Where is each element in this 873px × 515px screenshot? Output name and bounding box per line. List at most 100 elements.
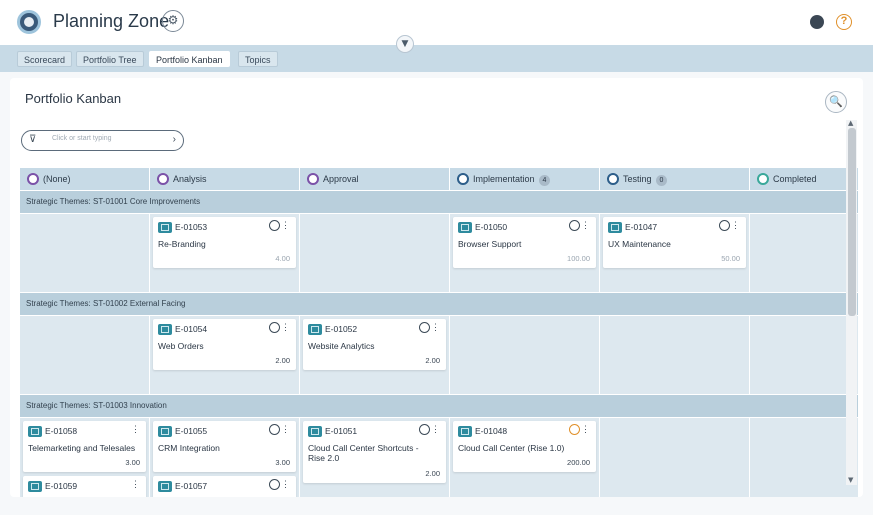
card-points: 2.00 [275, 356, 290, 365]
collapse-header-chevron-down-icon[interactable]: ▼ [396, 35, 414, 53]
epic-card-e01051[interactable]: E-01051 ⋮ Cloud Call Center Shortcuts - … [303, 421, 446, 483]
scroll-down-icon[interactable]: ▼ [848, 476, 853, 484]
card-id[interactable]: E-01051 [325, 426, 357, 436]
filter-field[interactable]: ⊽ Click or start typing › [21, 130, 184, 151]
clock-warning-icon[interactable] [569, 424, 580, 435]
tab-strip: Scorecard Portfolio Tree Portfolio Kanba… [0, 45, 873, 72]
more-options-icon[interactable]: ⋮ [131, 479, 140, 490]
more-options-icon[interactable]: ⋮ [281, 479, 290, 490]
epic-type-icon [158, 324, 172, 335]
search-icon[interactable]: 🔍 [825, 91, 847, 113]
count-badge: 4 [538, 175, 551, 186]
more-options-icon[interactable]: ⋮ [281, 220, 290, 231]
more-options-icon[interactable]: ⋮ [431, 322, 440, 333]
chevron-right-icon[interactable]: › [173, 134, 176, 145]
epic-card-e01047[interactable]: E-01047 ⋮ UX Maintenance 50.00 [603, 217, 746, 268]
epic-card-e01058[interactable]: E-01058 ⋮ Telemarketing and Telesales 3.… [23, 421, 146, 472]
more-options-icon[interactable]: ⋮ [731, 220, 740, 231]
kanban-cell [600, 316, 749, 394]
clock-icon[interactable] [269, 479, 280, 490]
card-id[interactable]: E-01058 [45, 426, 77, 436]
column-label: Testing 0 [623, 168, 668, 190]
help-icon[interactable]: ? [836, 14, 852, 30]
epic-card-e01050[interactable]: E-01050 ⋮ Browser Support 100.00 [453, 217, 596, 268]
more-options-icon[interactable]: ⋮ [581, 220, 590, 231]
gear-icon[interactable]: ⚙ [162, 10, 184, 32]
more-options-icon[interactable]: ⋮ [131, 424, 140, 435]
clock-icon[interactable] [419, 424, 430, 435]
kanban-cell [20, 214, 149, 292]
card-name: Website Analytics [308, 341, 375, 351]
card-id[interactable]: E-01048 [475, 426, 507, 436]
card-id[interactable]: E-01057 [175, 481, 207, 491]
epic-type-icon [158, 222, 172, 233]
column-label: Implementation 4 [473, 168, 551, 190]
kanban-board: (None) Analysis Approval Implementation 4… [20, 168, 858, 497]
globe-icon[interactable] [810, 15, 824, 29]
epic-card-e01059[interactable]: E-01059 ⋮ [23, 476, 146, 497]
clock-icon[interactable] [569, 220, 580, 231]
clock-icon[interactable] [269, 220, 280, 231]
clock-icon[interactable] [419, 322, 430, 333]
tab-topics[interactable]: Topics [238, 51, 278, 67]
card-id[interactable]: E-01050 [475, 222, 507, 232]
card-id[interactable]: E-01052 [325, 324, 357, 334]
tab-portfolio-kanban[interactable]: Portfolio Kanban [149, 51, 230, 67]
status-ring-icon [757, 173, 769, 185]
epic-card-e01055[interactable]: E-01055 ⋮ CRM Integration 3.00 [153, 421, 296, 472]
more-options-icon[interactable]: ⋮ [581, 424, 590, 435]
scroll-up-icon[interactable]: ▲ [848, 119, 853, 127]
epic-type-icon [608, 222, 622, 233]
tab-scorecard[interactable]: Scorecard [17, 51, 73, 67]
column-header-testing[interactable]: Testing 0 [600, 168, 749, 190]
column-label-text: Testing [623, 174, 652, 184]
card-points: 50.00 [721, 254, 740, 263]
status-ring-icon [157, 173, 169, 185]
clock-icon[interactable] [719, 220, 730, 231]
epic-card-e01053[interactable]: E-01053 ⋮ Re-Branding 4.00 [153, 217, 296, 268]
card-id[interactable]: E-01053 [175, 222, 207, 232]
filter-input[interactable]: Click or start typing [52, 135, 112, 142]
kanban-cell [750, 316, 858, 394]
epic-type-icon [158, 481, 172, 492]
scrollbar-thumb[interactable] [848, 128, 856, 316]
kanban-cell [600, 418, 749, 497]
card-id[interactable]: E-01047 [625, 222, 657, 232]
card-id[interactable]: E-01054 [175, 324, 207, 334]
more-options-icon[interactable]: ⋮ [281, 424, 290, 435]
count-badge: 0 [655, 175, 668, 186]
column-header-approval[interactable]: Approval [300, 168, 449, 190]
epic-card-e01052[interactable]: E-01052 ⋮ Website Analytics 2.00 [303, 319, 446, 370]
card-points: 100.00 [567, 254, 590, 263]
epic-type-icon [458, 222, 472, 233]
card-name: CRM Integration [158, 443, 220, 453]
column-label: Approval [323, 174, 359, 184]
more-options-icon[interactable]: ⋮ [431, 424, 440, 435]
clock-icon[interactable] [269, 424, 280, 435]
column-header-implementation[interactable]: Implementation 4 [450, 168, 599, 190]
more-options-icon[interactable]: ⋮ [281, 322, 290, 333]
card-points: 3.00 [275, 458, 290, 467]
epic-card-e01057[interactable]: E-01057 ⋮ [153, 476, 296, 497]
card-id[interactable]: E-01059 [45, 481, 77, 491]
swimlane-header[interactable]: Strategic Themes: ST-01002 External Faci… [20, 293, 858, 315]
card-name: Browser Support [458, 239, 522, 249]
kanban-cell [750, 418, 858, 497]
epic-type-icon [308, 426, 322, 437]
clock-icon[interactable] [269, 322, 280, 333]
kanban-cell [300, 214, 449, 292]
swimlane-header[interactable]: Strategic Themes: ST-01001 Core Improvem… [20, 191, 858, 213]
swimlane-header[interactable]: Strategic Themes: ST-01003 Innovation [20, 395, 858, 417]
tab-portfolio-tree[interactable]: Portfolio Tree [76, 51, 144, 67]
status-ring-icon [27, 173, 39, 185]
planning-zone-app: Planning Zone ⚙ ? ▼ Scorecard Portfolio … [0, 0, 873, 515]
card-id[interactable]: E-01055 [175, 426, 207, 436]
column-header-analysis[interactable]: Analysis [150, 168, 299, 190]
column-header-completed[interactable]: Completed [750, 168, 858, 190]
epic-type-icon [28, 426, 42, 437]
epic-card-e01054[interactable]: E-01054 ⋮ Web Orders 2.00 [153, 319, 296, 370]
epic-card-e01048[interactable]: E-01048 ⋮ Cloud Call Center (Rise 1.0) 2… [453, 421, 596, 472]
column-header-none[interactable]: (None) [20, 168, 149, 190]
card-name: Cloud Call Center Shortcuts - Rise 2.0 [308, 443, 419, 463]
card-points: 2.00 [425, 469, 440, 478]
